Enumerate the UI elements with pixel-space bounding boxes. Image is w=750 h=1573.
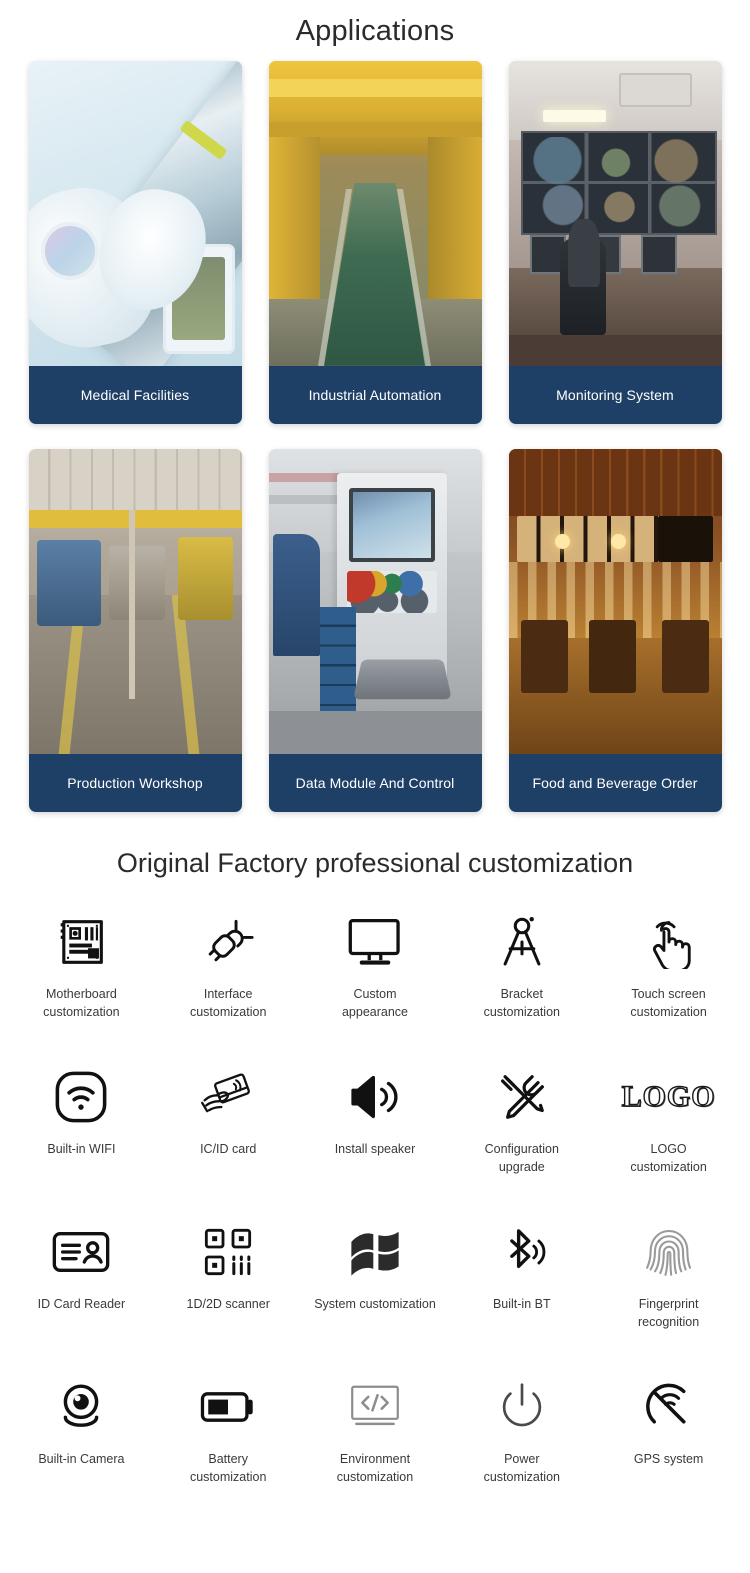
plug-connector-icon bbox=[202, 909, 254, 975]
customization-heading: Original Factory professional customizat… bbox=[116, 847, 634, 878]
item-label: GPS system bbox=[633, 1451, 704, 1466]
power-icon bbox=[497, 1374, 547, 1440]
card-caption: Production Workshop bbox=[28, 753, 242, 812]
food-beverage-order-photo bbox=[508, 448, 722, 754]
item-label: Environment customization bbox=[336, 1451, 414, 1484]
item-label: Bracket customization bbox=[483, 986, 560, 1019]
card-caption: Data Module And Control bbox=[268, 753, 482, 812]
customization-icon-grid: Motherboard customization Interface custom… bbox=[0, 887, 750, 1545]
camera-icon bbox=[55, 1374, 107, 1440]
application-card-medical-facilities[interactable]: Medical Facilities bbox=[28, 60, 242, 424]
item-label: LOGO customization bbox=[630, 1141, 707, 1174]
customization-item-gps[interactable]: GPS system bbox=[595, 1366, 742, 1521]
qr-barcode-scanner-icon bbox=[203, 1219, 253, 1285]
data-module-control-photo bbox=[268, 448, 482, 754]
customization-item-configuration-upgrade[interactable]: Configuration upgrade bbox=[448, 1056, 595, 1211]
wrench-screwdriver-icon bbox=[495, 1064, 549, 1130]
application-card-monitoring-system[interactable]: Monitoring System bbox=[508, 60, 722, 424]
wifi-icon bbox=[54, 1064, 108, 1130]
item-label: Battery customization bbox=[189, 1451, 267, 1484]
applications-heading: Applications bbox=[295, 15, 455, 47]
application-card-industrial-automation[interactable]: Industrial Automation bbox=[268, 60, 482, 424]
item-label: 1D/2D scanner bbox=[186, 1296, 270, 1311]
customization-item-ic-id-card[interactable]: IC/ID card bbox=[155, 1056, 302, 1211]
customization-item-environment[interactable]: Environment customization bbox=[302, 1366, 449, 1521]
card-caption: Medical Facilities bbox=[28, 365, 242, 424]
ic-id-card-icon bbox=[198, 1064, 258, 1130]
product-applications-page: Applications Medical Facilities Industri… bbox=[0, 0, 750, 1573]
item-label: Built-in WIFI bbox=[47, 1141, 116, 1156]
item-label: Fingerprint recognition bbox=[638, 1296, 700, 1329]
customization-item-bluetooth[interactable]: Built-in BT bbox=[448, 1211, 595, 1366]
application-card-food-and-beverage-order[interactable]: Food and Beverage Order bbox=[508, 448, 722, 812]
customization-item-system-customization[interactable]: System customization bbox=[302, 1211, 449, 1366]
customization-item-install-speaker[interactable]: Install speaker bbox=[302, 1056, 449, 1211]
item-label: Motherboard customization bbox=[43, 986, 120, 1019]
customization-item-touch-screen[interactable]: Touch screen customization bbox=[595, 901, 742, 1056]
logo-word: LOGO bbox=[621, 1079, 716, 1113]
logo-text-icon: LOGO bbox=[621, 1064, 716, 1130]
medical-facility-photo bbox=[28, 60, 242, 366]
card-caption: Industrial Automation bbox=[268, 365, 482, 424]
monitor-icon bbox=[347, 909, 403, 975]
gps-satellite-icon bbox=[643, 1374, 695, 1440]
touch-hand-icon bbox=[643, 909, 695, 975]
application-card-production-workshop[interactable]: Production Workshop bbox=[28, 448, 242, 812]
item-label: Built-in Camera bbox=[38, 1451, 125, 1466]
id-card-reader-icon bbox=[51, 1219, 111, 1285]
motherboard-icon bbox=[56, 909, 106, 975]
customization-item-fingerprint[interactable]: Fingerprint recognition bbox=[595, 1211, 742, 1366]
fingerprint-icon bbox=[644, 1219, 694, 1285]
item-label: IC/ID card bbox=[200, 1141, 257, 1156]
speaker-icon bbox=[348, 1064, 402, 1130]
customization-item-interface[interactable]: Interface customization bbox=[155, 901, 302, 1056]
item-label: Custom appearance bbox=[341, 986, 408, 1019]
customization-item-bracket[interactable]: Bracket customization bbox=[448, 901, 595, 1056]
card-caption: Food and Beverage Order bbox=[508, 753, 722, 812]
item-label: Interface customization bbox=[189, 986, 267, 1019]
card-caption: Monitoring System bbox=[508, 365, 722, 424]
monitoring-system-photo bbox=[508, 60, 722, 366]
item-label: Power customization bbox=[483, 1451, 560, 1484]
code-screen-icon bbox=[348, 1374, 402, 1440]
customization-item-wifi[interactable]: Built-in WIFI bbox=[8, 1056, 155, 1211]
item-label: Built-in BT bbox=[492, 1296, 551, 1311]
application-card-data-module-and-control[interactable]: Data Module And Control bbox=[268, 448, 482, 812]
application-card-grid: Medical Facilities Industrial Automation bbox=[0, 60, 750, 812]
bluetooth-icon bbox=[497, 1219, 547, 1285]
customization-item-1d-2d-scanner[interactable]: 1D/2D scanner bbox=[155, 1211, 302, 1366]
customization-item-battery[interactable]: Battery customization bbox=[155, 1366, 302, 1521]
item-label: Configuration upgrade bbox=[484, 1141, 559, 1174]
customization-item-motherboard[interactable]: Motherboard customization bbox=[8, 901, 155, 1056]
customization-item-built-in-camera[interactable]: Built-in Camera bbox=[8, 1366, 155, 1521]
item-label: ID Card Reader bbox=[37, 1296, 126, 1311]
windows-flag-icon bbox=[348, 1219, 402, 1285]
customization-item-custom-appearance[interactable]: Custom appearance bbox=[302, 901, 449, 1056]
compass-divider-icon bbox=[498, 909, 546, 975]
customization-item-power[interactable]: Power customization bbox=[448, 1366, 595, 1521]
item-label: System customization bbox=[314, 1296, 436, 1311]
item-label: Touch screen customization bbox=[630, 986, 707, 1019]
battery-icon bbox=[200, 1374, 256, 1440]
customization-item-id-card-reader[interactable]: ID Card Reader bbox=[8, 1211, 155, 1366]
production-workshop-photo bbox=[28, 448, 242, 754]
item-label: Install speaker bbox=[334, 1141, 416, 1156]
industrial-automation-photo bbox=[268, 60, 482, 366]
customization-item-logo[interactable]: LOGO LOGO customization bbox=[595, 1056, 742, 1211]
